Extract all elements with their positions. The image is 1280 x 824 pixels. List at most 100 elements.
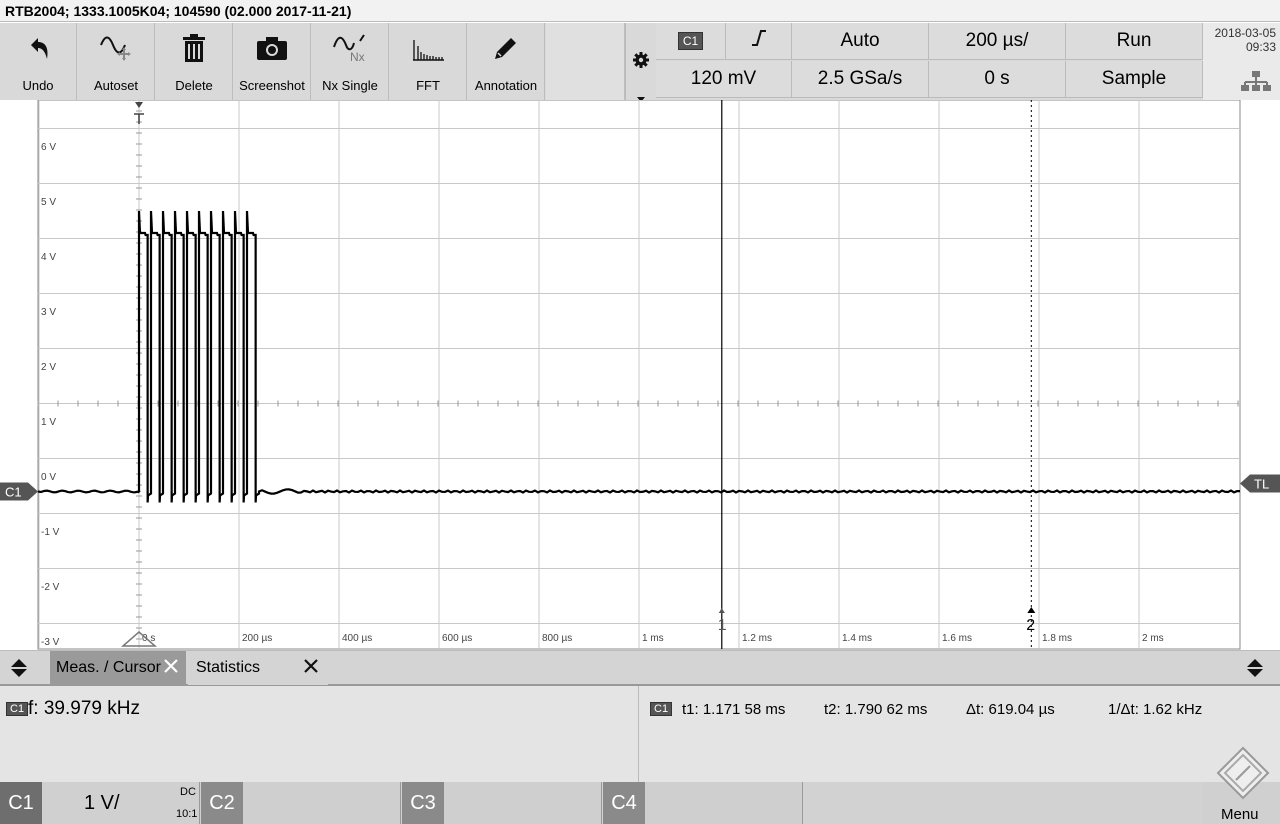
channel-c3-button[interactable]: C3 bbox=[402, 782, 444, 824]
channel-c4-settings[interactable] bbox=[645, 782, 803, 824]
annotation-button[interactable]: Annotation bbox=[468, 23, 545, 100]
y-tick-label: 5 V bbox=[41, 197, 56, 208]
tab-meas-cursor[interactable]: Meas. / Cursor bbox=[50, 651, 186, 685]
trigger-mode-cell[interactable]: Auto bbox=[792, 23, 929, 60]
x-tick-label: 1.6 ms bbox=[942, 633, 972, 644]
measurement-panel: C1 f: 39.979 kHz C1 t1: 1.171 58 ms t2: … bbox=[0, 686, 1280, 782]
rs-logo-icon bbox=[1216, 746, 1270, 805]
waveform-canvas[interactable]: 6 V 5 V 4 V 3 V 2 V 1 V 0 V -1 V -2 V -3 V 0 s 200… bbox=[0, 99, 1280, 650]
timebase-cell[interactable]: 200 µs/ bbox=[929, 23, 1066, 60]
x-tick-label: 1 ms bbox=[642, 633, 664, 644]
cursor-2-label: 2 bbox=[1026, 617, 1035, 634]
camera-icon bbox=[234, 31, 310, 65]
svg-text:Nx: Nx bbox=[350, 50, 365, 63]
x-tick-label: 0 s bbox=[142, 633, 155, 644]
autoset-icon bbox=[78, 31, 154, 65]
undo-button[interactable]: Undo bbox=[0, 23, 77, 100]
nx-single-button[interactable]: Nx Nx Single bbox=[312, 23, 389, 100]
close-icon[interactable] bbox=[304, 659, 318, 678]
fft-label: FFT bbox=[416, 78, 440, 93]
x-tick-label: 200 µs bbox=[242, 633, 272, 644]
tab-statistics-label: Statistics bbox=[196, 659, 261, 676]
x-tick-label: 1.2 ms bbox=[742, 633, 772, 644]
delete-button[interactable]: Delete bbox=[156, 23, 233, 100]
trigger-level-cell[interactable]: 120 mV bbox=[656, 61, 792, 98]
channel-c1-settings[interactable]: 1 V/ DC 10:1 bbox=[42, 782, 200, 824]
tab-meas-cursor-label: Meas. / Cursor bbox=[56, 659, 161, 676]
undo-icon bbox=[0, 31, 76, 65]
bottom-tab-bar: Meas. / Cursor Statistics bbox=[0, 650, 1280, 686]
time-text: 09:33 bbox=[1245, 40, 1276, 54]
y-tick-label: -1 V bbox=[41, 527, 60, 538]
autoset-button[interactable]: Autoset bbox=[78, 23, 155, 100]
clock-panel: 2018-03-05 09:33 bbox=[1203, 23, 1280, 100]
toolbar: Undo Autoset Delete Screenshot Nx Nx Sin… bbox=[0, 23, 1280, 102]
undo-label: Undo bbox=[22, 78, 54, 93]
waveform-display[interactable]: 6 V 5 V 4 V 3 V 2 V 1 V 0 V -1 V -2 V -3 V 0 s 200… bbox=[0, 99, 1280, 650]
acquisition-mode-cell[interactable]: Sample bbox=[1066, 61, 1203, 98]
y-tick-label: 4 V bbox=[41, 252, 56, 263]
fft-icon bbox=[390, 31, 466, 65]
cursor-t2-value: t2: 1.790 62 ms bbox=[824, 701, 928, 718]
delete-label: Delete bbox=[175, 78, 213, 93]
cursor-delta-t-value: Δt: 619.04 µs bbox=[966, 701, 1055, 718]
run-state-cell[interactable]: Run bbox=[1066, 23, 1203, 60]
y-tick-label: -2 V bbox=[41, 582, 60, 593]
scroll-updown-right-icon[interactable] bbox=[1244, 657, 1266, 684]
cursor-inverse-delta-t-value: 1/Δt: 1.62 kHz bbox=[1108, 701, 1203, 718]
nx-single-icon: Nx bbox=[312, 31, 388, 65]
y-tick-label: 6 V bbox=[41, 142, 56, 153]
channel-c2-button[interactable]: C2 bbox=[201, 782, 243, 824]
x-tick-label: 2 ms bbox=[1142, 633, 1164, 644]
trigger-source-cell[interactable]: C1 bbox=[656, 23, 726, 60]
freq-channel-badge: C1 bbox=[6, 702, 29, 716]
y-tick-label: 2 V bbox=[41, 362, 56, 373]
channel-c2-settings[interactable] bbox=[243, 782, 401, 824]
gear-icon bbox=[632, 51, 650, 74]
x-tick-label: 400 µs bbox=[342, 633, 372, 644]
x-tick-label: 800 µs bbox=[542, 633, 572, 644]
window-title: RTB2004; 1333.1005K04; 104590 (02.000 20… bbox=[0, 0, 1280, 22]
cursor-measurement[interactable]: C1 t1: 1.171 58 ms t2: 1.790 62 ms Δt: 6… bbox=[640, 686, 1280, 782]
tab-statistics[interactable]: Statistics bbox=[188, 651, 328, 685]
trigger-edge-cell[interactable] bbox=[726, 23, 792, 60]
cursor-channel-badge: C1 bbox=[650, 702, 673, 716]
channel-c3-settings[interactable] bbox=[444, 782, 602, 824]
y-tick-label: -3 V bbox=[41, 637, 60, 648]
x-tick-label: 600 µs bbox=[442, 633, 472, 644]
pencil-icon bbox=[468, 31, 544, 65]
trigger-channel-badge: C1 bbox=[677, 32, 704, 50]
nx-single-label: Nx Single bbox=[322, 78, 378, 93]
close-icon[interactable] bbox=[164, 659, 178, 678]
y-tick-label: 3 V bbox=[41, 307, 56, 318]
sample-rate-cell[interactable]: 2.5 GSa/s bbox=[792, 61, 929, 98]
toolbar-empty-slot[interactable] bbox=[546, 23, 625, 100]
cursor-t1-value: t1: 1.171 58 ms bbox=[682, 701, 786, 718]
c1-probe-ratio: 10:1 bbox=[176, 808, 198, 820]
channel-c1-button[interactable]: C1 bbox=[0, 782, 42, 824]
channel-c4-button[interactable]: C4 bbox=[603, 782, 645, 824]
c1-offset-marker-label: C1 bbox=[5, 485, 22, 500]
x-tick-label: 1.8 ms bbox=[1042, 633, 1072, 644]
network-icon bbox=[1241, 71, 1271, 94]
frequency-value: f: 39.979 kHz bbox=[28, 698, 140, 719]
toolbar-settings-button[interactable] bbox=[625, 23, 656, 102]
autoset-label: Autoset bbox=[93, 78, 139, 93]
trigger-level-marker-label: TL bbox=[1254, 477, 1269, 492]
screenshot-label: Screenshot bbox=[239, 78, 305, 93]
frequency-measurement[interactable]: C1 f: 39.979 kHz bbox=[0, 686, 639, 782]
scroll-updown-left-icon[interactable] bbox=[8, 657, 30, 684]
cursor-1-label: 1 bbox=[718, 617, 727, 634]
y-tick-label: 0 V bbox=[41, 472, 56, 483]
horizontal-position-cell[interactable]: 0 s bbox=[929, 61, 1066, 98]
fft-button[interactable]: FFT bbox=[390, 23, 467, 100]
channel-bar: C1 1 V/ DC 10:1 C2 C3 C4 Menu bbox=[0, 746, 1280, 824]
date-text: 2018-03-05 bbox=[1214, 26, 1276, 40]
y-tick-label: 1 V bbox=[41, 417, 56, 428]
menu-button[interactable]: Menu bbox=[1203, 746, 1280, 824]
c1-vertical-scale: 1 V/ bbox=[84, 792, 120, 814]
screenshot-button[interactable]: Screenshot bbox=[234, 23, 311, 100]
rising-edge-icon bbox=[751, 29, 767, 53]
c1-coupling: DC bbox=[180, 786, 196, 798]
trash-icon bbox=[156, 31, 232, 65]
